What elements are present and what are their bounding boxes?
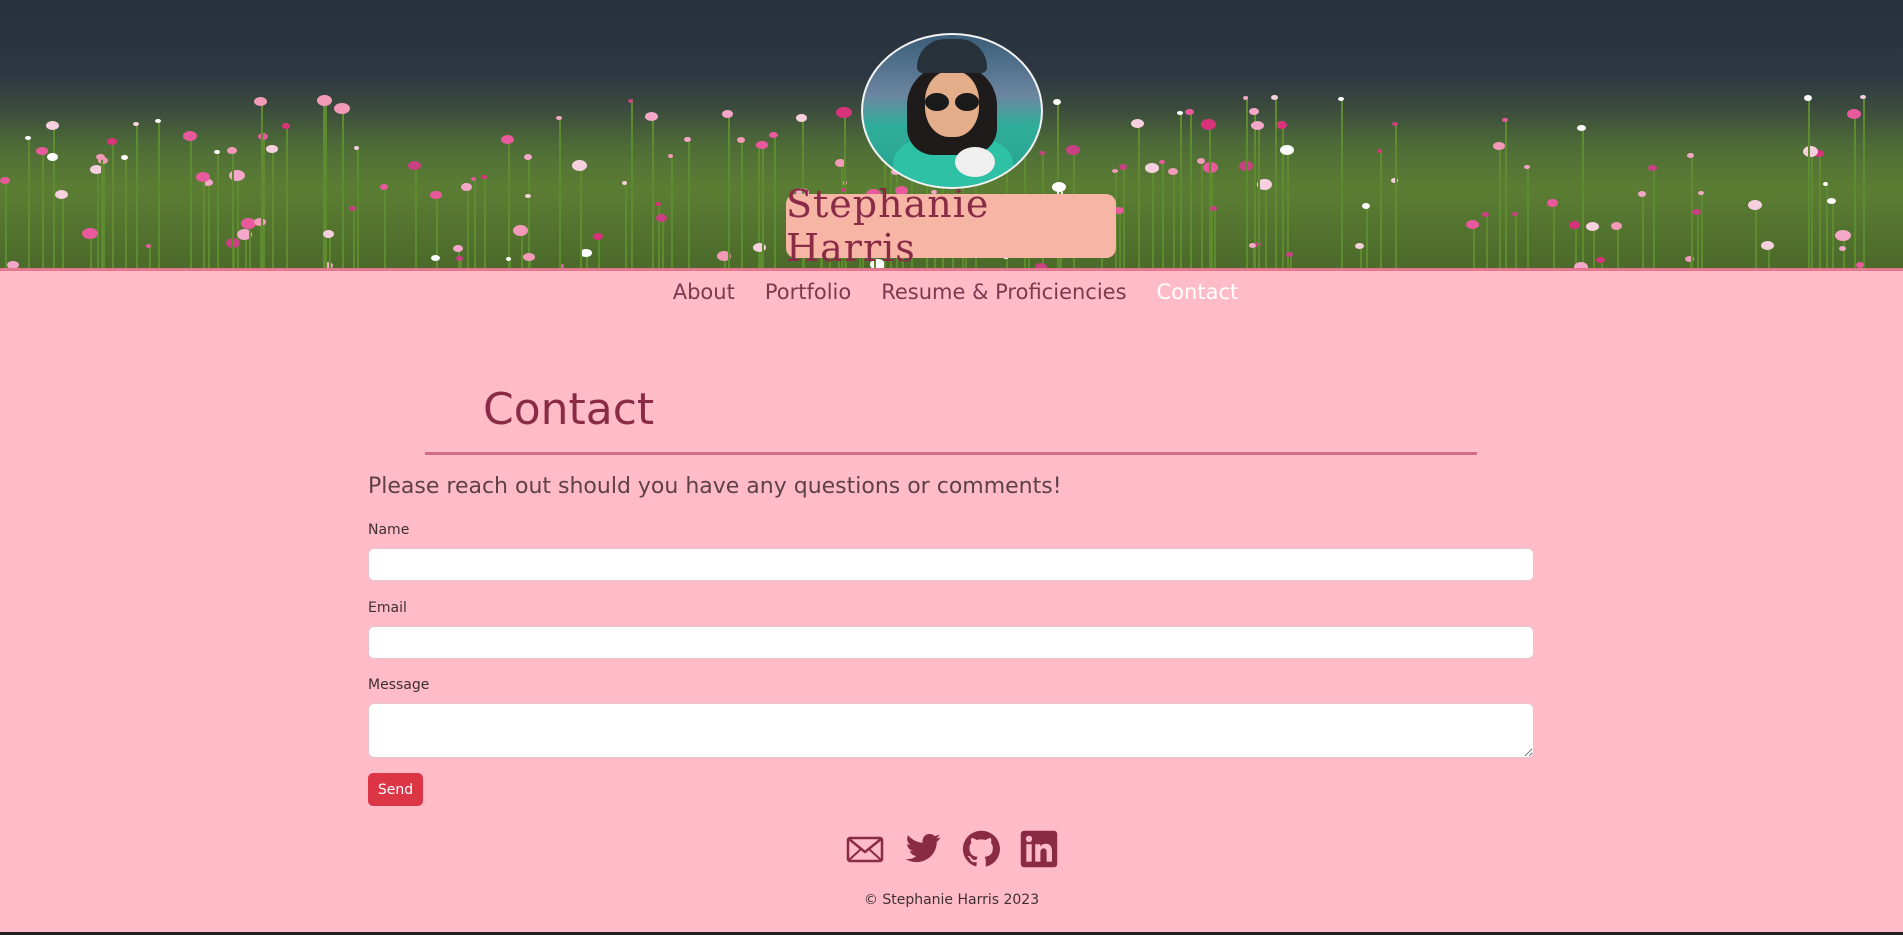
twitter-icon [905,833,941,863]
main-nav: About Portfolio Resume & Proficiencies C… [0,280,1903,314]
copyright: © Stephanie Harris 2023 [863,892,1040,908]
email-input[interactable] [368,626,1534,659]
github-icon [962,830,1000,867]
nav-resume[interactable]: Resume & Proficiencies [881,280,1126,314]
message-label: Message [368,677,430,693]
envelope-icon [846,836,884,863]
email-link[interactable] [846,830,884,868]
message-textarea[interactable] [368,703,1534,758]
github-link[interactable] [962,830,1000,868]
nav-contact[interactable]: Contact [1157,280,1239,314]
profile-avatar [861,33,1043,189]
page-title: Contact [483,384,655,435]
hero-banner: Stephanie Harris [0,0,1903,271]
name-label: Name [368,522,410,538]
contact-intro: Please reach out should you have any que… [368,474,1062,499]
linkedin-link[interactable] [1020,830,1058,868]
social-links [846,830,1058,872]
title-divider [425,452,1477,455]
site-title: Stephanie Harris [786,182,1116,268]
twitter-link[interactable] [904,830,942,868]
nav-portfolio[interactable]: Portfolio [765,280,851,314]
email-label: Email [368,600,407,616]
linkedin-icon [1020,830,1058,868]
nav-about[interactable]: About [673,280,735,314]
name-input[interactable] [368,548,1534,581]
send-button[interactable]: Send [368,773,423,806]
